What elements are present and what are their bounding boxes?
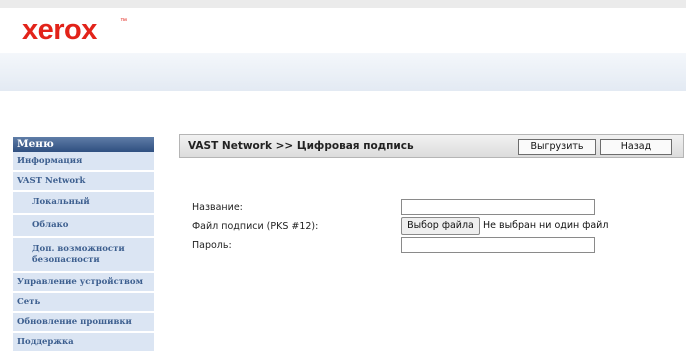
sidebar-item-device-management[interactable]: Управление устройством: [13, 273, 154, 293]
file-status-text: Не выбран ни один файл: [483, 220, 609, 231]
password-input[interactable]: [401, 237, 595, 253]
sidebar-item-vast-network[interactable]: VAST Network: [13, 172, 154, 192]
page-title: VAST Network >> Цифровая подпись: [188, 140, 414, 152]
password-label: Пароль:: [192, 240, 232, 251]
trademark-symbol: ™: [120, 18, 127, 25]
back-button[interactable]: Назад: [600, 139, 672, 155]
upload-button[interactable]: Выгрузить: [518, 139, 596, 155]
menu-header: Меню: [13, 137, 154, 152]
sidebar-item-network[interactable]: Сеть: [13, 293, 154, 313]
header-band: [0, 53, 686, 91]
xerox-logo: xerox: [22, 14, 97, 46]
sidebar-item-cloud[interactable]: Облако: [13, 215, 154, 238]
sidebar-item-support[interactable]: Поддержка: [13, 333, 154, 353]
name-label: Название:: [192, 202, 243, 213]
choose-file-button[interactable]: Выбор файла: [401, 217, 480, 235]
sidebar-menu: Меню Информация VAST Network Локальный О…: [13, 137, 154, 353]
sidebar-item-information[interactable]: Информация: [13, 152, 154, 172]
top-border: [0, 0, 686, 8]
sidebar-item-security-features[interactable]: Доп. возможности безопасности: [13, 238, 154, 273]
name-input[interactable]: [401, 199, 595, 215]
sidebar-item-local[interactable]: Локальный: [13, 192, 154, 215]
signature-file-label: Файл подписи (PKS #12):: [192, 221, 319, 232]
sidebar-item-firmware-update[interactable]: Обновление прошивки: [13, 313, 154, 333]
page-title-bar: VAST Network >> Цифровая подпись Выгрузи…: [179, 134, 684, 158]
